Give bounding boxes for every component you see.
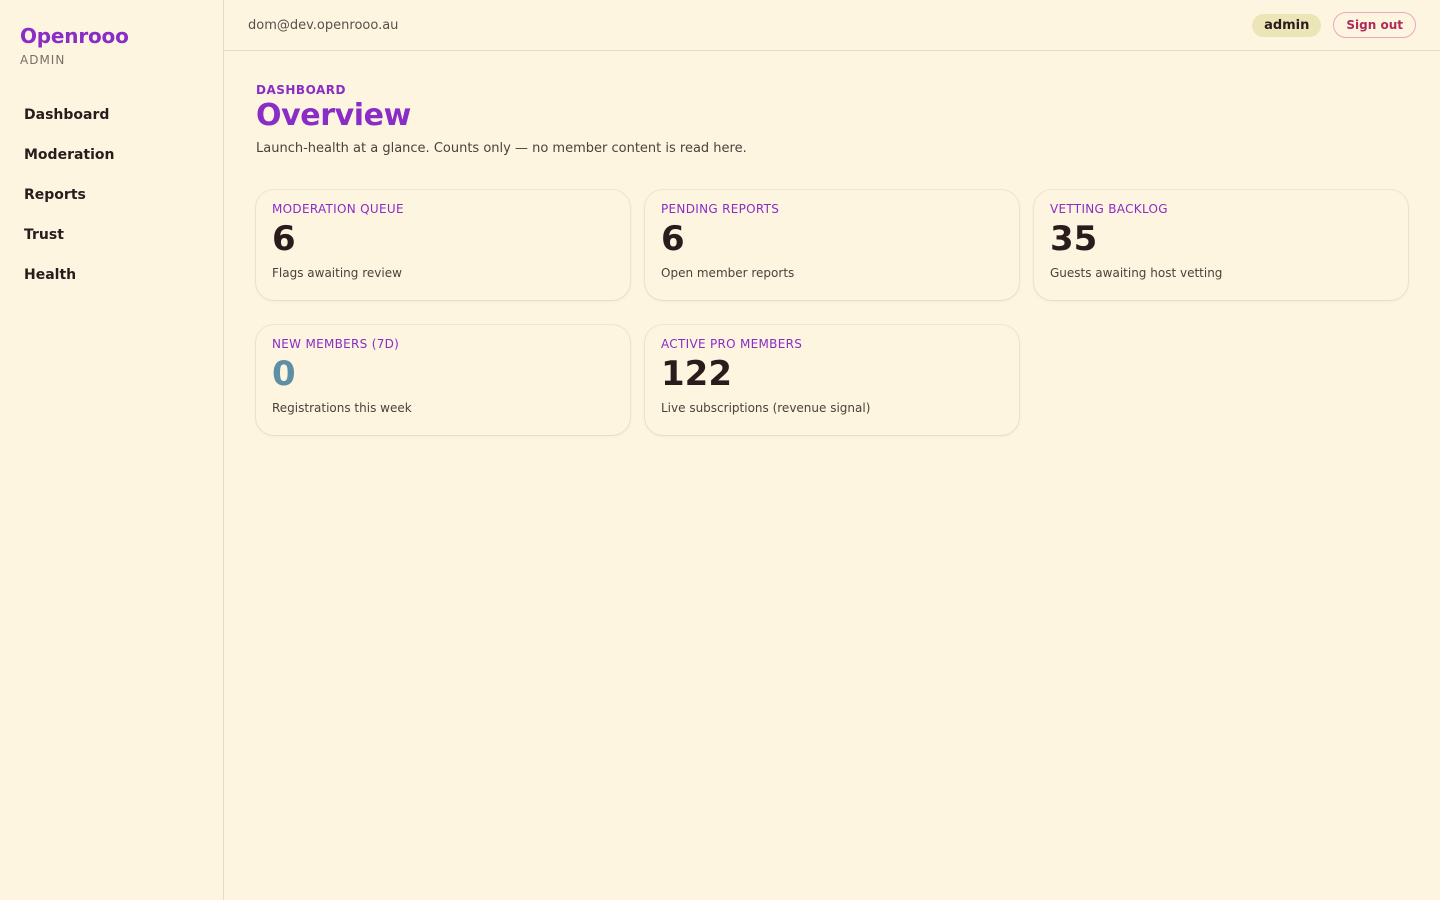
- stat-description: Open member reports: [661, 266, 795, 281]
- stat-value: 35: [1050, 219, 1098, 259]
- sidebar-item-health[interactable]: Health: [20, 255, 207, 295]
- stat-card-moderation-queue: MODERATION QUEUE 6 Flags awaiting review: [256, 190, 630, 300]
- stat-description: Registrations this week: [272, 401, 412, 416]
- brand-subtitle: ADMIN: [20, 53, 66, 67]
- page-eyebrow: DASHBOARD: [256, 83, 346, 97]
- admin-app: Openrooo ADMIN Dashboard Moderation Repo…: [0, 0, 1440, 900]
- stat-card-vetting-backlog: VETTING BACKLOG 35 Guests awaiting host …: [1034, 190, 1408, 300]
- stat-label: PENDING REPORTS: [661, 202, 780, 216]
- stat-value: 6: [272, 219, 296, 259]
- top-bar-actions: admin Sign out: [1252, 12, 1416, 38]
- sidebar-nav: Dashboard Moderation Reports Trust Healt…: [20, 95, 207, 295]
- top-bar: dom@dev.openrooo.au admin Sign out: [224, 0, 1440, 51]
- stat-description: Flags awaiting review: [272, 266, 402, 281]
- stat-label: MODERATION QUEUE: [272, 202, 404, 216]
- page-title: Overview: [256, 98, 411, 133]
- stat-label: ACTIVE PRO MEMBERS: [661, 337, 803, 351]
- stat-card-new-members: NEW MEMBERS (7D) 0 Registrations this we…: [256, 325, 630, 435]
- page-subtitle: Launch-health at a glance. Counts only —…: [256, 141, 747, 156]
- sign-out-button[interactable]: Sign out: [1333, 12, 1416, 38]
- sidebar: Openrooo ADMIN Dashboard Moderation Repo…: [0, 0, 224, 900]
- sidebar-item-moderation[interactable]: Moderation: [20, 135, 207, 175]
- sidebar-item-reports[interactable]: Reports: [20, 175, 207, 215]
- stat-card-pending-reports: PENDING REPORTS 6 Open member reports: [645, 190, 1019, 300]
- sidebar-item-trust[interactable]: Trust: [20, 215, 207, 255]
- stat-card-active-pro-members: ACTIVE PRO MEMBERS 122 Live subscription…: [645, 325, 1019, 435]
- stat-description: Live subscriptions (revenue signal): [661, 401, 871, 416]
- stat-label: VETTING BACKLOG: [1050, 202, 1168, 216]
- stat-label: NEW MEMBERS (7D): [272, 337, 400, 351]
- stat-description: Guests awaiting host vetting: [1050, 266, 1223, 281]
- role-badge: admin: [1252, 13, 1322, 37]
- stat-value: 122: [661, 354, 732, 394]
- main-area: dom@dev.openrooo.au admin Sign out DASHB…: [224, 0, 1440, 900]
- user-email: dom@dev.openrooo.au: [248, 17, 399, 33]
- stats-grid: MODERATION QUEUE 6 Flags awaiting review…: [256, 190, 1408, 435]
- brand-logo[interactable]: Openrooo: [20, 24, 207, 48]
- dashboard-content: DASHBOARD Overview Launch-health at a gl…: [224, 51, 1440, 435]
- stat-value: 6: [661, 219, 685, 259]
- stat-value: 0: [272, 354, 296, 394]
- sidebar-item-dashboard[interactable]: Dashboard: [20, 95, 207, 135]
